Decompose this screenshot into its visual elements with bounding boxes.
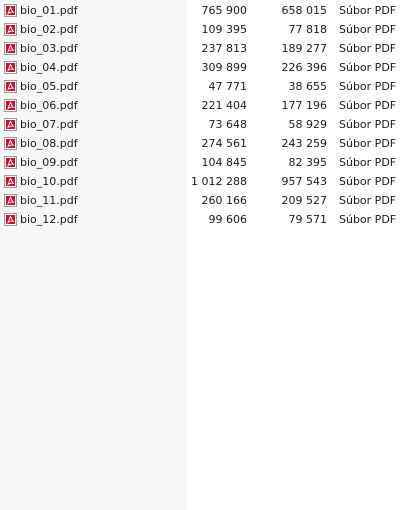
file-name: bio_06.pdf <box>20 99 78 112</box>
file-type: Súbor PDF <box>339 118 397 131</box>
file-name: bio_09.pdf <box>20 156 78 169</box>
file-type: Súbor PDF <box>339 194 397 207</box>
pdf-file-icon <box>4 213 17 226</box>
file-size: 221 404 <box>201 99 248 112</box>
file-size: 309 899 <box>201 61 248 74</box>
file-row-3[interactable]: bio_03.pdf 237 813 189 277 Súbor PDF <box>0 39 409 58</box>
file-list-pane: bio_01.pdf 765 900 658 015 Súbor PDF bio… <box>0 0 409 510</box>
file-type: Súbor PDF <box>339 156 397 169</box>
file-row-12[interactable]: bio_12.pdf 99 606 79 571 Súbor PDF <box>0 210 409 229</box>
file-size: 73 648 <box>208 118 248 131</box>
pdf-file-icon <box>4 80 17 93</box>
file-compressed-size: 209 527 <box>281 194 328 207</box>
file-compressed-size: 226 396 <box>281 61 328 74</box>
pdf-file-icon <box>4 137 17 150</box>
file-compressed-size: 243 259 <box>281 137 328 150</box>
file-name: bio_04.pdf <box>20 61 78 74</box>
file-row-2[interactable]: bio_02.pdf 109 395 77 818 Súbor PDF <box>0 20 409 39</box>
pdf-file-icon <box>4 61 17 74</box>
file-compressed-size: 58 929 <box>288 118 328 131</box>
file-type: Súbor PDF <box>339 4 397 17</box>
file-type: Súbor PDF <box>339 23 397 36</box>
file-row-11[interactable]: bio_11.pdf 260 166 209 527 Súbor PDF <box>0 191 409 210</box>
file-row-8[interactable]: bio_08.pdf 274 561 243 259 Súbor PDF <box>0 134 409 153</box>
file-compressed-size: 658 015 <box>281 4 328 17</box>
file-compressed-size: 189 277 <box>281 42 328 55</box>
pdf-file-icon <box>4 42 17 55</box>
file-list: bio_01.pdf 765 900 658 015 Súbor PDF bio… <box>0 1 409 229</box>
file-name: bio_01.pdf <box>20 4 78 17</box>
file-name: bio_03.pdf <box>20 42 78 55</box>
file-compressed-size: 957 543 <box>281 175 328 188</box>
file-name: bio_11.pdf <box>20 194 78 207</box>
file-row-5[interactable]: bio_05.pdf 47 771 38 655 Súbor PDF <box>0 77 409 96</box>
file-compressed-size: 77 818 <box>288 23 328 36</box>
pdf-file-icon <box>4 23 17 36</box>
file-compressed-size: 82 395 <box>288 156 328 169</box>
file-size: 99 606 <box>208 213 248 226</box>
pdf-file-icon <box>4 156 17 169</box>
file-type: Súbor PDF <box>339 80 397 93</box>
file-name: bio_02.pdf <box>20 23 78 36</box>
file-size: 1 012 288 <box>191 175 247 188</box>
file-row-4[interactable]: bio_04.pdf 309 899 226 396 Súbor PDF <box>0 58 409 77</box>
pdf-file-icon <box>4 4 17 17</box>
file-row-7[interactable]: bio_07.pdf 73 648 58 929 Súbor PDF <box>0 115 409 134</box>
file-size: 765 900 <box>201 4 248 17</box>
file-compressed-size: 38 655 <box>288 80 328 93</box>
pdf-file-icon <box>4 99 17 112</box>
file-size: 104 845 <box>201 156 248 169</box>
pdf-file-icon <box>4 194 17 207</box>
file-size: 109 395 <box>201 23 248 36</box>
file-row-10[interactable]: bio_10.pdf 1 012 288 957 543 Súbor PDF <box>0 172 409 191</box>
file-size: 260 166 <box>201 194 248 207</box>
file-name: bio_07.pdf <box>20 118 78 131</box>
file-row-9[interactable]: bio_09.pdf 104 845 82 395 Súbor PDF <box>0 153 409 172</box>
file-type: Súbor PDF <box>339 213 397 226</box>
file-name: bio_10.pdf <box>20 175 78 188</box>
file-type: Súbor PDF <box>339 42 397 55</box>
file-type: Súbor PDF <box>339 61 397 74</box>
file-row-1[interactable]: bio_01.pdf 765 900 658 015 Súbor PDF <box>0 1 409 20</box>
file-compressed-size: 79 571 <box>288 213 328 226</box>
file-size: 274 561 <box>201 137 248 150</box>
file-size: 47 771 <box>208 80 248 93</box>
pdf-file-icon <box>4 175 17 188</box>
file-type: Súbor PDF <box>339 137 397 150</box>
file-name: bio_12.pdf <box>20 213 78 226</box>
file-type: Súbor PDF <box>339 99 397 112</box>
file-compressed-size: 177 196 <box>281 99 328 112</box>
file-row-6[interactable]: bio_06.pdf 221 404 177 196 Súbor PDF <box>0 96 409 115</box>
file-name: bio_08.pdf <box>20 137 78 150</box>
pdf-file-icon <box>4 118 17 131</box>
file-name: bio_05.pdf <box>20 80 78 93</box>
file-size: 237 813 <box>201 42 248 55</box>
file-type: Súbor PDF <box>339 175 397 188</box>
